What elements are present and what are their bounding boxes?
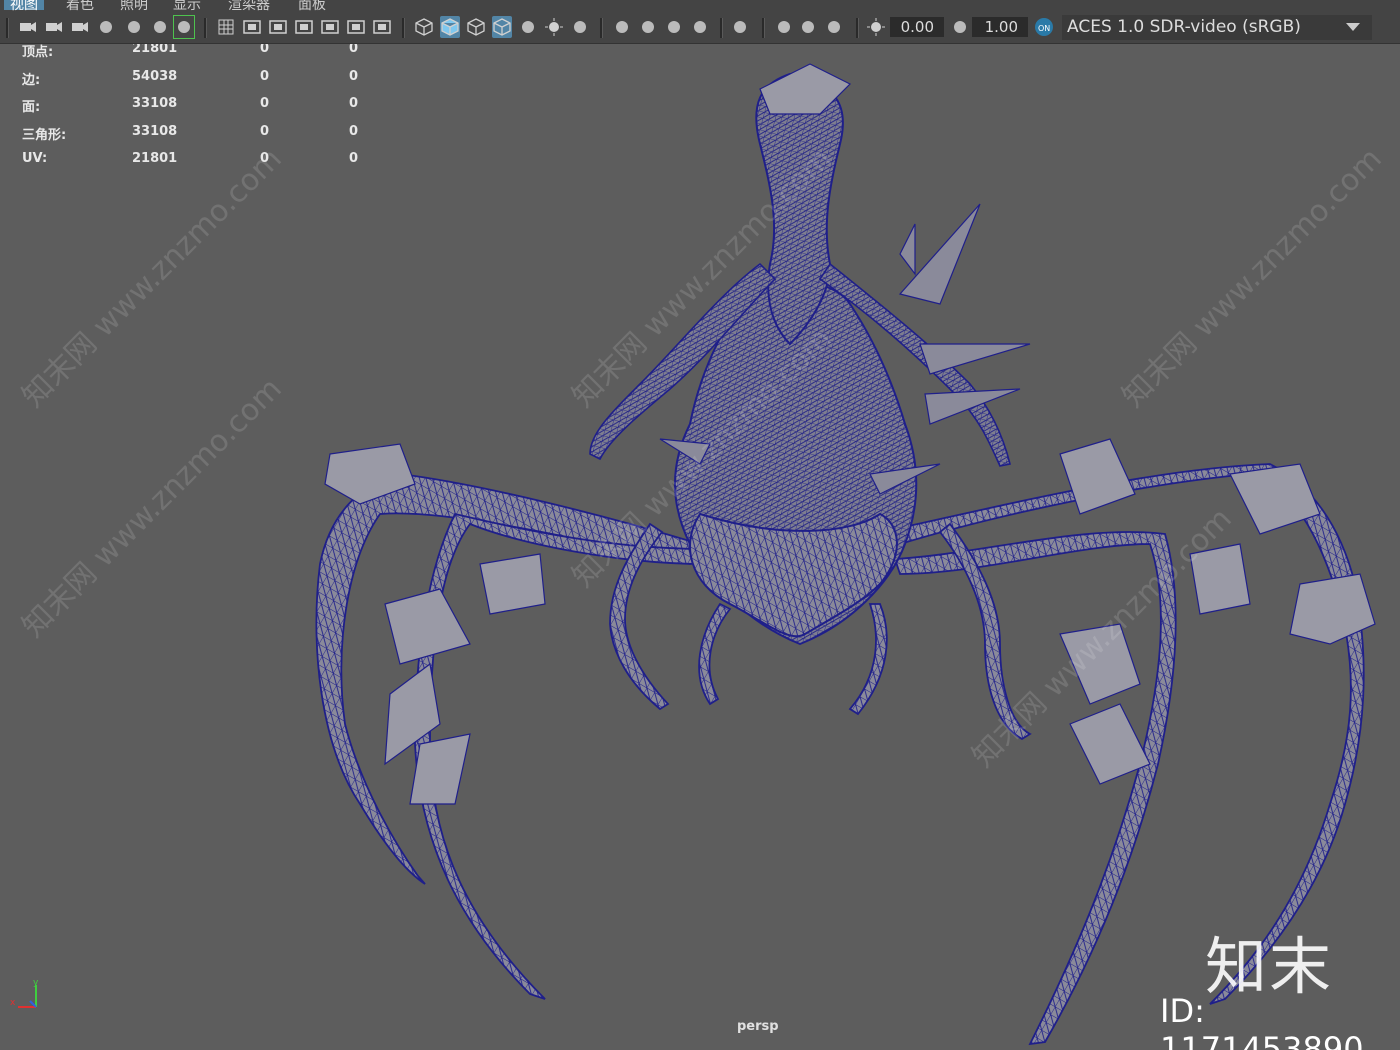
hud-value: 0 (260, 123, 270, 139)
colorspace-dropdown[interactable]: ACES 1.0 SDR-video (sRGB) (1062, 15, 1372, 40)
hud-value: 0 (349, 123, 359, 139)
menu-renderer[interactable]: 渲染器 (228, 0, 270, 12)
motion-blur-icon[interactable] (638, 16, 658, 38)
hud-label: 三角形: (22, 127, 67, 143)
xray-active-icon[interactable] (798, 16, 818, 38)
resolution-gate-icon[interactable] (268, 16, 288, 38)
backface-icon[interactable] (824, 16, 844, 38)
spike-shard (899, 223, 916, 276)
gamma-field[interactable]: 1.00 (972, 17, 1028, 37)
hud-value: 0 (260, 96, 270, 111)
hud-value: 0 (260, 44, 270, 56)
toolbar-separator (600, 18, 603, 38)
wireframe-icon[interactable] (414, 16, 434, 38)
menu-shading[interactable]: 着色 (66, 0, 94, 12)
field-chart-icon[interactable] (320, 16, 340, 38)
toolbar-separator (856, 18, 859, 38)
hud-value: 21801 (132, 44, 178, 56)
toolbar-separator (6, 18, 9, 38)
leg-mesh (698, 602, 732, 706)
hud-value: 0 (349, 68, 359, 84)
axis-y-label: y (33, 979, 39, 988)
spike-shard (924, 388, 1021, 425)
exposure-field[interactable]: 0.00 (890, 17, 944, 37)
ambient-occlusion-icon[interactable] (612, 16, 632, 38)
hud-value: 0 (349, 44, 359, 56)
grease-pencil-icon[interactable] (173, 15, 195, 39)
use-lights-icon[interactable] (544, 16, 564, 38)
axis-x-label: x (10, 998, 16, 1008)
hud-label: 面: (22, 100, 41, 115)
grid-icon[interactable] (216, 16, 236, 38)
toolbar-separator (204, 18, 207, 38)
image-plane-icon[interactable] (124, 16, 144, 38)
hud-value: 0 (260, 68, 270, 84)
hud-value: 0 (260, 151, 270, 166)
toolbar-separator (720, 18, 723, 38)
menu-show[interactable]: 显示 (173, 0, 201, 12)
color-management-icon[interactable]: ON (1034, 16, 1054, 38)
menu-view[interactable]: 视图 (4, 0, 44, 12)
toolbar-separator (402, 18, 405, 38)
svg-text:ON: ON (1038, 24, 1050, 33)
dof-icon[interactable] (690, 16, 710, 38)
menu-lighting[interactable]: 照明 (120, 0, 148, 12)
camera-tumble-icon[interactable] (70, 16, 90, 38)
hud-value: 33108 (132, 123, 178, 139)
isolate-select-icon[interactable] (730, 16, 750, 38)
gamma-icon[interactable] (950, 16, 970, 38)
camera-icon[interactable] (18, 16, 38, 38)
axis-gizmo: y x (8, 978, 48, 1017)
xray-icon[interactable] (518, 16, 538, 38)
film-gate-icon[interactable] (242, 16, 262, 38)
menu-bar: 视图 着色 照明 显示 渲染器 面板 (0, 0, 1400, 12)
xray-joints-icon[interactable] (774, 16, 794, 38)
hud-value: 21801 (132, 151, 178, 166)
menu-panels[interactable]: 面板 (298, 0, 326, 12)
3d-viewport[interactable]: 知末网 www.znzmo.com 知末网 www.znzmo.com 知末网 ww… (0, 44, 1400, 1050)
hud-value: 0 (349, 96, 359, 111)
hud-label: UV: (22, 151, 48, 166)
hud-label: 边: (22, 72, 41, 88)
spike-shard (919, 343, 1031, 375)
hud-value: 0 (349, 151, 359, 166)
hud-value: 33108 (132, 96, 178, 111)
watermark-id: ID: 1171453890 (1160, 992, 1364, 1050)
wireframe-on-shaded-icon[interactable] (492, 16, 512, 38)
exposure-icon[interactable] (866, 16, 886, 38)
colorspace-label: ACES 1.0 SDR-video (sRGB) (1067, 17, 1301, 37)
gate-mask-icon[interactable] (294, 16, 314, 38)
safe-action-icon[interactable] (346, 16, 366, 38)
anti-alias-icon[interactable] (664, 16, 684, 38)
chevron-down-icon (1346, 23, 1360, 31)
hud-value: 54038 (132, 68, 178, 84)
safe-title-icon[interactable] (372, 16, 392, 38)
panel-toolbar: 0.00 1.00 ACES 1.0 SDR-video (sRGB) ON (0, 12, 1400, 44)
smooth-shade-icon[interactable] (440, 16, 460, 38)
shadows-icon[interactable] (570, 16, 590, 38)
pan-zoom-icon[interactable] (150, 16, 170, 38)
camera-attr-icon[interactable] (44, 16, 64, 38)
leg-shard (479, 553, 546, 615)
hud-label: 顶点: (22, 45, 54, 60)
camera-label: persp (737, 1019, 779, 1034)
leg-mesh (848, 603, 888, 716)
default-material-icon[interactable] (466, 16, 486, 38)
bookmark-icon[interactable] (96, 16, 116, 38)
toolbar-separator (762, 18, 765, 38)
leg-shard (384, 588, 471, 665)
leg-shard (1059, 438, 1136, 515)
